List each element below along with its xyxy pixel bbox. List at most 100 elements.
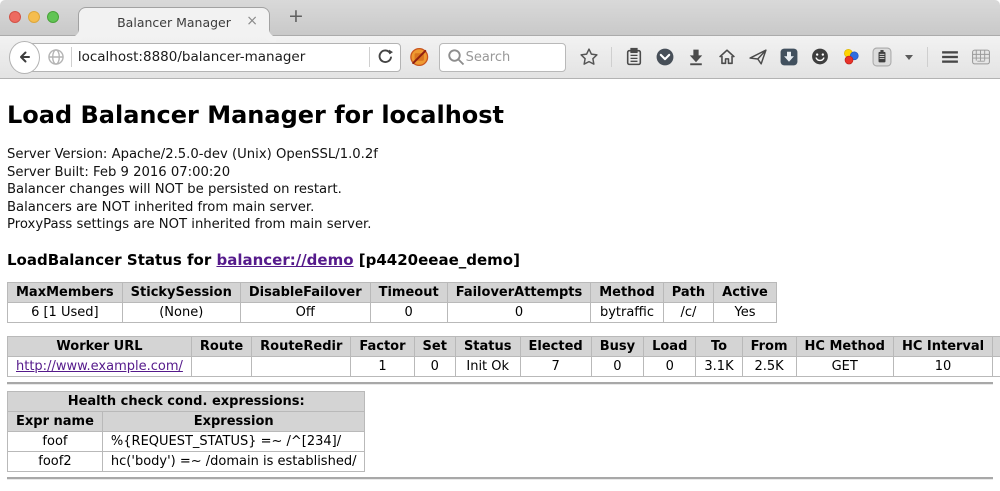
search-icon bbox=[446, 47, 466, 67]
column-header: Elected bbox=[520, 336, 591, 356]
send-plane-icon[interactable] bbox=[748, 47, 768, 67]
column-header: MaxMembers bbox=[8, 282, 123, 302]
cell: http://www.example.com/ bbox=[8, 356, 192, 376]
back-button[interactable] bbox=[9, 41, 40, 74]
zoom-window-button[interactable] bbox=[47, 11, 59, 23]
url-bar[interactable] bbox=[23, 43, 401, 72]
column-header: Load bbox=[644, 336, 696, 356]
back-arrow-icon bbox=[15, 48, 33, 66]
balancer-settings: MaxMembersStickySessionDisableFailoverTi… bbox=[7, 282, 993, 323]
balancer-demo-link[interactable]: balancer://demo bbox=[216, 251, 353, 269]
cell bbox=[252, 356, 351, 376]
column-header: To bbox=[696, 336, 742, 356]
toolbar-divider bbox=[927, 47, 928, 67]
cell: 7 bbox=[520, 356, 591, 376]
keyboard-grid-icon[interactable] bbox=[971, 47, 991, 67]
balancer-settings-table: MaxMembersStickySessionDisableFailoverTi… bbox=[7, 282, 777, 323]
column-header: DisableFailover bbox=[240, 282, 370, 302]
worker-status: Worker URLRouteRouteRedirFactorSetStatus… bbox=[7, 336, 993, 377]
cell: 10 bbox=[893, 356, 992, 376]
column-header: Worker URL bbox=[8, 336, 192, 356]
persist-note-line: Balancer changes will NOT be persisted o… bbox=[7, 181, 993, 199]
column-header: HC Method bbox=[796, 336, 893, 356]
page-content: Load Balancer Manager for localhost Serv… bbox=[0, 79, 1000, 490]
column-header: Expression bbox=[102, 411, 365, 431]
cell: foof bbox=[8, 431, 103, 451]
column-header: Method bbox=[591, 282, 663, 302]
column-header: Passes bbox=[993, 336, 1000, 356]
navigation-toolbar bbox=[0, 36, 1000, 79]
cell: 0 bbox=[414, 356, 455, 376]
table-row: http://www.example.com/10Init Ok7003.1K2… bbox=[8, 356, 1000, 376]
health-check-expressions-table: Health check cond. expressions:Expr name… bbox=[7, 391, 365, 472]
pocket-icon[interactable] bbox=[655, 47, 675, 67]
column-header: StickySession bbox=[122, 282, 240, 302]
url-input[interactable] bbox=[72, 49, 369, 65]
column-header: HC Interval bbox=[893, 336, 992, 356]
cell: 0 bbox=[370, 302, 447, 322]
tab-title: Balancer Manager bbox=[117, 15, 231, 30]
cell bbox=[191, 356, 251, 376]
heading-prefix: LoadBalancer Status for bbox=[7, 251, 216, 269]
menu-hamburger-icon[interactable] bbox=[940, 47, 960, 67]
search-field[interactable] bbox=[439, 43, 566, 72]
column-header: Factor bbox=[351, 336, 414, 356]
close-tab-icon[interactable]: × bbox=[246, 13, 258, 29]
cell: 1 bbox=[351, 356, 414, 376]
worker-url-link[interactable]: http://www.example.com/ bbox=[16, 359, 183, 374]
home-icon[interactable] bbox=[717, 47, 737, 67]
page-end-divider bbox=[7, 477, 993, 479]
tab-balancer-manager[interactable]: Balancer Manager × bbox=[78, 7, 270, 37]
cell: Init Ok bbox=[455, 356, 520, 376]
table-title: Health check cond. expressions: bbox=[8, 391, 365, 411]
table-row: foof2hc('body') =~ /domain is establishe… bbox=[8, 451, 365, 471]
column-header: RouteRedir bbox=[252, 336, 351, 356]
reload-icon[interactable] bbox=[375, 47, 395, 67]
worker-status-table: Worker URLRouteRouteRedirFactorSetStatus… bbox=[7, 336, 1000, 377]
proxypass-note-line: ProxyPass settings are NOT inherited fro… bbox=[7, 216, 993, 234]
cell: bytraffic bbox=[591, 302, 663, 322]
cell: 0 bbox=[644, 356, 696, 376]
column-header: Expr name bbox=[8, 411, 103, 431]
urlbar-divider bbox=[369, 47, 370, 67]
search-input[interactable] bbox=[466, 50, 559, 65]
window-controls bbox=[9, 11, 59, 23]
close-window-button[interactable] bbox=[9, 11, 21, 23]
balancers-note-line: Balancers are NOT inherited from main se… bbox=[7, 199, 993, 217]
cell: Yes bbox=[714, 302, 777, 322]
bookmarks-clipboard-icon[interactable] bbox=[624, 47, 644, 67]
server-version-line: Server Version: Apache/2.5.0-dev (Unix) … bbox=[7, 146, 993, 164]
new-tab-button[interactable]: + bbox=[288, 5, 304, 27]
cell: 1 (0) bbox=[993, 356, 1000, 376]
toolbar-icons bbox=[579, 47, 991, 67]
health-check-expressions: Health check cond. expressions:Expr name… bbox=[7, 391, 993, 472]
color-dots-icon[interactable] bbox=[841, 47, 861, 67]
server-info: Server Version: Apache/2.5.0-dev (Unix) … bbox=[7, 146, 993, 234]
column-header: Route bbox=[191, 336, 251, 356]
plugin-blocked-icon[interactable] bbox=[409, 46, 429, 68]
video-download-icon[interactable] bbox=[779, 47, 799, 67]
minimize-window-button[interactable] bbox=[28, 11, 40, 23]
cell: 6 [1 Used] bbox=[8, 302, 123, 322]
column-header: Timeout bbox=[370, 282, 447, 302]
column-header: Status bbox=[455, 336, 520, 356]
section-divider bbox=[7, 382, 993, 384]
bookmark-star-icon[interactable] bbox=[579, 47, 599, 67]
tab-bar: Balancer Manager × + bbox=[0, 0, 1000, 36]
overflow-caret-icon[interactable] bbox=[903, 47, 915, 67]
downloads-icon[interactable] bbox=[686, 47, 706, 67]
column-header: Active bbox=[714, 282, 777, 302]
balancer-status-heading: LoadBalancer Status for balancer://demo … bbox=[7, 251, 993, 269]
chat-smiley-icon[interactable] bbox=[810, 47, 830, 67]
cell: 2.5K bbox=[742, 356, 796, 376]
globe-icon bbox=[46, 47, 66, 67]
server-built-line: Server Built: Feb 9 2016 07:00:20 bbox=[7, 164, 993, 182]
cell: /c/ bbox=[663, 302, 713, 322]
container-battery-icon[interactable] bbox=[872, 47, 892, 67]
toolbar-divider bbox=[611, 47, 612, 67]
browser-window: Balancer Manager × + bbox=[0, 0, 1000, 491]
cell: Off bbox=[240, 302, 370, 322]
cell: 0 bbox=[447, 302, 591, 322]
column-header: Path bbox=[663, 282, 713, 302]
table-row: 6 [1 Used](None)Off00bytraffic/c/Yes bbox=[8, 302, 777, 322]
